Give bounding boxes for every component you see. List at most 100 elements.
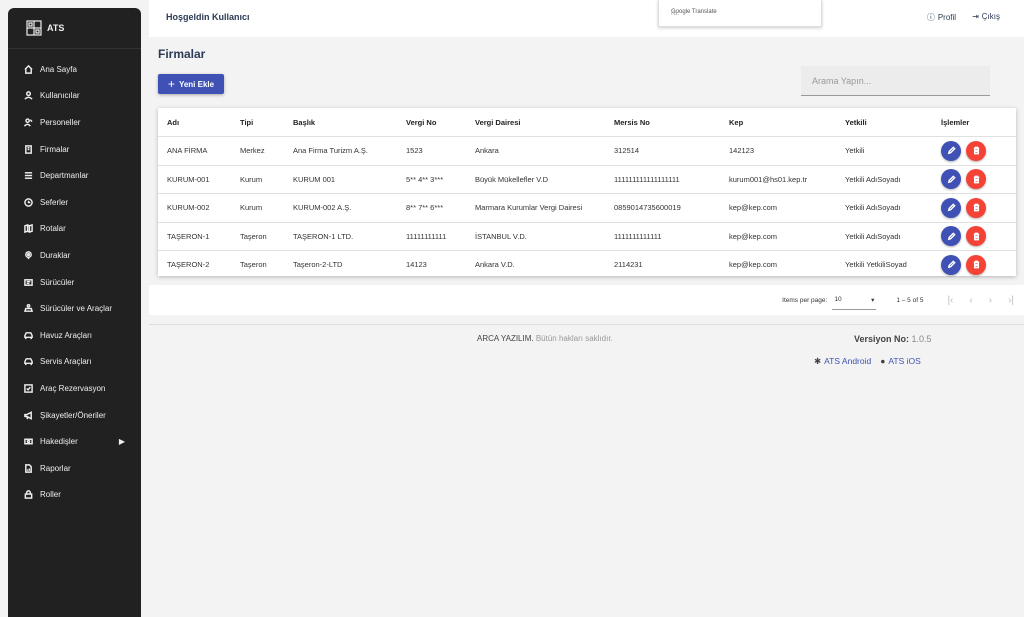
trash-icon	[973, 203, 979, 212]
cell-tax-office: Büyük Mükellefler V.D	[466, 165, 605, 194]
ats-logo-icon	[26, 20, 42, 36]
cell-authorized: Yetkili AdıSoyadı	[836, 165, 932, 194]
android-link[interactable]: ✱ ATS Android	[814, 356, 871, 367]
sidebar-item-rotalar[interactable]: Rotalar	[8, 216, 141, 243]
pencil-icon	[947, 203, 956, 212]
info-icon: ⓘ	[926, 13, 935, 22]
sidebar-item-ana-sayfa[interactable]: Ana Sayfa	[8, 56, 141, 83]
list-icon	[24, 172, 33, 180]
cell-mersis-no: 0859014735600019	[605, 193, 720, 223]
companies-table: Adı Tipi Başlık Vergi No Vergi Dairesi M…	[158, 108, 1016, 276]
money-icon	[24, 438, 33, 445]
car-icon	[24, 358, 33, 366]
cell-type: Taşeron	[231, 222, 284, 251]
cell-tax-no: 1523	[397, 136, 466, 166]
sidebar-item-havuz-araclari[interactable]: Havuz Araçları	[8, 322, 141, 349]
delete-button[interactable]	[966, 226, 986, 247]
delete-button[interactable]	[966, 197, 986, 218]
brand-name: ATS	[47, 23, 65, 33]
topbar: Hoşgeldin Kullanıcı ⓘ Profil ⇥ Çıkış	[149, 0, 1024, 37]
brand[interactable]: ATS	[8, 8, 141, 49]
welcome-text: Hoşgeldin Kullanıcı	[166, 12, 250, 22]
sidebar-item-suruculer-ve-araclar[interactable]: Sürücüler ve Araçlar	[8, 295, 141, 322]
map-icon	[24, 224, 33, 234]
cell-actions	[932, 165, 1016, 194]
table-row: KURUM-001 Kurum KURUM 001 5** 4** 3*** B…	[158, 165, 1016, 194]
cell-tax-office: Marmara Kurumlar Vergi Dairesi	[466, 193, 605, 223]
table-row: ANA FİRMA Merkez Ana Firma Turizm A.Ş. 1…	[158, 136, 1016, 166]
trash-icon	[973, 232, 979, 241]
pencil-icon	[947, 232, 956, 240]
sidebar-item-personeller[interactable]: Personeller	[8, 109, 141, 136]
col-header-name[interactable]: Adı	[158, 108, 231, 137]
cell-mersis-no: 1111111111111	[605, 222, 720, 251]
cell-tax-no: 11111111111	[397, 222, 466, 251]
apple-icon: ●	[880, 356, 886, 366]
sidebar-item-firmalar[interactable]: Firmalar	[8, 136, 141, 163]
sidebar-item-kullanicilar[interactable]: Kullanıcılar	[8, 83, 141, 110]
last-page-icon[interactable]: ›|	[1008, 295, 1014, 306]
trash-icon	[973, 146, 979, 155]
app-links: ✱ ATS Android ● ATS iOS	[814, 356, 921, 367]
search-input[interactable]	[810, 75, 984, 87]
col-header-tax-no[interactable]: Vergi No	[397, 108, 466, 137]
delete-button[interactable]	[966, 140, 986, 161]
car-icon	[24, 331, 33, 339]
driver-car-icon	[24, 304, 33, 313]
col-header-mersis-no[interactable]: Mersis No	[605, 108, 720, 137]
col-header-title[interactable]: Başlık	[284, 108, 397, 137]
sidebar-item-roller[interactable]: Roller	[8, 482, 141, 509]
col-header-kep[interactable]: Kep	[720, 108, 836, 137]
dropdown-arrow-icon: ▾	[871, 296, 875, 304]
profile-link[interactable]: ⓘ Profil	[927, 12, 956, 23]
copyright: ARCA YAZILIM. Bütün hakları saklıdır.	[477, 334, 613, 343]
table-row: TAŞERON-1 Taşeron TAŞERON-1 LTD. 1111111…	[158, 222, 1016, 251]
cell-type: Merkez	[231, 136, 284, 166]
sidebar-item-sikayetler-oneriler[interactable]: Şikayetler/Öneriler	[8, 402, 141, 429]
cell-mersis-no: 111111111111111111	[605, 165, 720, 194]
cell-authorized: Yetkili	[836, 136, 932, 166]
col-header-type[interactable]: Tipi	[231, 108, 284, 137]
cell-tax-office: Ankara	[466, 136, 605, 166]
logout-icon: ⇥	[972, 12, 979, 21]
first-page-icon[interactable]: |‹	[947, 295, 953, 306]
next-page-icon[interactable]: ›	[989, 295, 992, 306]
cell-authorized: Yetkili YetkiliSoyad	[845, 260, 907, 270]
delete-button[interactable]	[966, 254, 986, 275]
cell-actions	[932, 136, 1016, 166]
sidebar-item-hakedisler[interactable]: Hakedişler ▶	[8, 428, 141, 455]
sidebar-item-duraklar[interactable]: Duraklar	[8, 242, 141, 269]
edit-button[interactable]	[941, 140, 961, 161]
col-header-authorized[interactable]: Yetkili	[836, 108, 932, 137]
search-field[interactable]	[801, 66, 990, 96]
cell-kep: kep@kep.com	[720, 222, 836, 251]
edit-button[interactable]	[941, 197, 961, 218]
add-new-button[interactable]: + Yeni Ekle	[158, 74, 224, 94]
page-size-select[interactable]: 10 ▾	[832, 291, 877, 310]
cell-actions	[932, 193, 1016, 223]
cell-title: KURUM-002 A.Ş.	[284, 193, 397, 223]
col-header-actions: İşlemler	[932, 108, 1016, 137]
sidebar-item-departmanlar[interactable]: Departmanlar	[8, 162, 141, 189]
report-icon	[25, 463, 32, 473]
sidebar-item-raporlar[interactable]: Raporlar	[8, 455, 141, 482]
sidebar-item-suruculer[interactable]: Sürücüler	[8, 269, 141, 296]
edit-button[interactable]	[941, 254, 961, 275]
delete-button[interactable]	[966, 169, 986, 190]
google-translate-popup[interactable]: Google Translate ra.	[658, 0, 822, 27]
sidebar-item-servis-araclari[interactable]: Servis Araçları	[8, 349, 141, 376]
ios-link[interactable]: ● ATS iOS	[880, 356, 921, 367]
cell-mersis-no: 312514	[605, 136, 720, 166]
prev-page-icon[interactable]: ‹	[969, 295, 972, 306]
cell-tax-no: 14123	[406, 260, 427, 270]
cell-name: ANA FİRMA	[158, 136, 231, 166]
col-header-tax-office[interactable]: Vergi Dairesi	[466, 108, 605, 137]
logout-link[interactable]: ⇥ Çıkış	[972, 12, 1000, 23]
sidebar-item-seferler[interactable]: Seferler	[8, 189, 141, 216]
edit-button[interactable]	[941, 169, 961, 190]
sidebar-item-arac-rezervasyon[interactable]: Araç Rezervasyon	[8, 375, 141, 402]
overlapped-text: ra.	[671, 10, 680, 17]
edit-button[interactable]	[941, 226, 961, 247]
checkbox-icon	[24, 384, 33, 393]
pencil-icon	[947, 260, 956, 269]
